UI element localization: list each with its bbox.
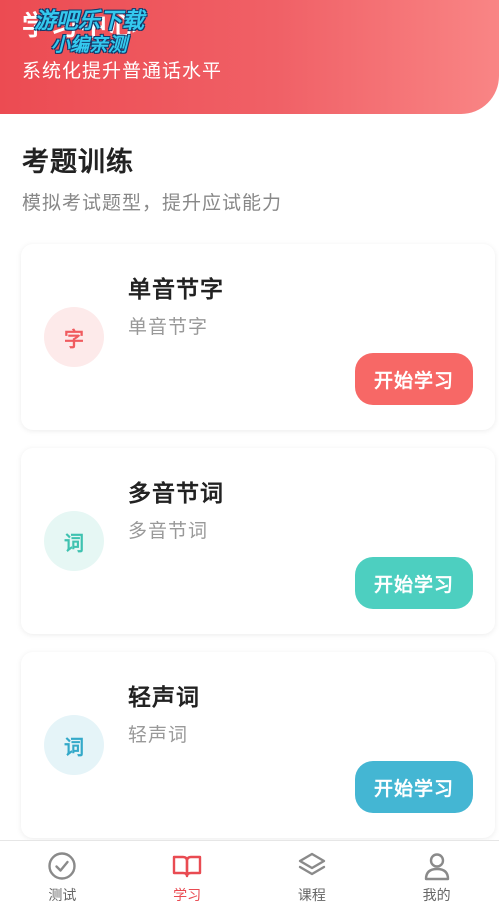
tab-mine[interactable]: 我的 — [374, 841, 499, 906]
watermark: 游吧乐下载 小编亲测 — [14, 9, 164, 57]
book-icon — [172, 855, 202, 878]
section-title: 考题训练 — [22, 147, 134, 178]
tab-courses[interactable]: 课程 — [250, 841, 375, 906]
study-center-page: 学习中心 系统化提升普通话水平 游吧乐下载 小编亲测 考题训练 模拟考试题型，提… — [0, 0, 499, 906]
start-learning-button[interactable]: 开始学习 — [355, 761, 473, 813]
tab-label: 测试 — [48, 888, 77, 904]
card-multi-syllable[interactable]: 词 多音节词 多音节词 开始学习 — [21, 448, 495, 634]
section-subtitle: 模拟考试题型，提升应试能力 — [22, 192, 283, 214]
header-banner: 学习中心 系统化提升普通话水平 游吧乐下载 小编亲测 — [0, 0, 499, 114]
bottom-tab-bar: 测试 学习 课程 我的 — [0, 840, 499, 906]
check-circle-icon — [48, 852, 77, 880]
start-learning-button[interactable]: 开始学习 — [355, 353, 473, 405]
card-title: 轻声词 — [128, 685, 200, 711]
tab-study[interactable]: 学习 — [125, 841, 250, 906]
card-neutral-tone[interactable]: 词 轻声词 轻声词 开始学习 — [21, 652, 495, 838]
user-icon — [424, 853, 449, 881]
tab-label: 课程 — [297, 888, 326, 904]
watermark-line-1: 游吧乐下载 — [33, 9, 144, 34]
start-learning-button[interactable]: 开始学习 — [355, 557, 473, 609]
card-description: 多音节词 — [128, 520, 209, 542]
page-subtitle: 系统化提升普通话水平 — [22, 60, 223, 82]
layers-icon — [298, 852, 326, 876]
tab-test[interactable]: 测试 — [0, 841, 125, 906]
tab-label: 我的 — [422, 888, 451, 904]
card-single-syllable[interactable]: 字 单音节字 单音节字 开始学习 — [21, 244, 495, 430]
card-title: 单音节字 — [128, 277, 224, 303]
card-badge: 字 — [44, 307, 104, 367]
card-badge: 词 — [44, 715, 104, 775]
tab-label: 学习 — [173, 888, 202, 904]
card-badge: 词 — [44, 511, 104, 571]
card-description: 单音节字 — [128, 316, 209, 338]
watermark-line-2: 小编亲测 — [50, 34, 127, 56]
card-title: 多音节词 — [128, 481, 224, 507]
card-description: 轻声词 — [128, 724, 189, 746]
